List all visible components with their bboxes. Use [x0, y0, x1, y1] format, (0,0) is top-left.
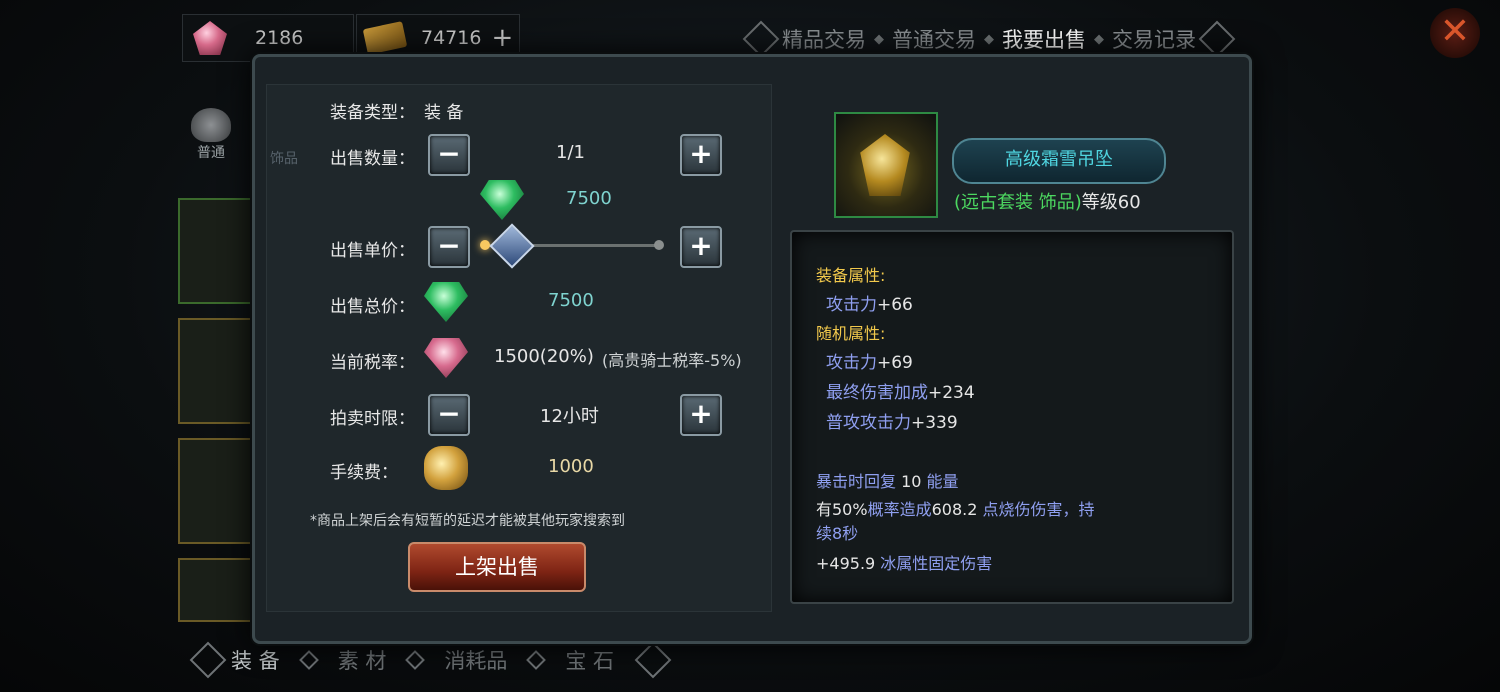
random-attr-header: 随机属性: — [816, 324, 886, 343]
tab-separator-icon: ◆ — [1094, 31, 1104, 47]
tab-premium-trade[interactable]: 精品交易 — [782, 24, 866, 54]
tab-separator-icon: ◆ — [984, 31, 994, 47]
tab-consumable[interactable]: 消耗品 — [444, 645, 507, 675]
price-minus-button[interactable]: − — [428, 226, 470, 268]
unit-price-value: 7500 — [566, 188, 612, 209]
close-button[interactable]: ✕ — [1430, 8, 1480, 58]
sidebar-cat-normal-label: 普通 — [197, 145, 225, 161]
sidebar-cat-normal[interactable]: 普通 — [186, 108, 236, 162]
item-set-info: (远古套装 饰品) — [954, 192, 1082, 213]
random-attr-2: 最终伤害加成+234 — [826, 378, 975, 403]
sidebar-item-slot[interactable] — [178, 318, 256, 424]
qty-value: 1/1 — [556, 142, 585, 163]
tab-separator-icon — [526, 650, 547, 670]
duration-plus-button[interactable]: + — [680, 394, 722, 436]
tab-history[interactable]: 交易记录 — [1112, 24, 1196, 54]
skill-2: 有50%概率造成608.2 点烧伤伤害，持续8秒 — [816, 498, 1146, 546]
attr-key: 最终伤害加成 — [826, 383, 928, 403]
ticket-count: 74716 — [421, 27, 482, 49]
duration-label: 拍卖时限： — [330, 409, 415, 429]
attr-val: +234 — [928, 383, 975, 403]
equip-attr-header: 装备属性: — [816, 266, 886, 285]
unit-price-label: 出售单价： — [330, 241, 415, 261]
bottom-left-ornament-icon — [189, 641, 227, 679]
total-label: 出售总价： — [330, 297, 415, 317]
tab-material[interactable]: 素 材 — [338, 645, 387, 675]
item-level: 等级60 — [1081, 192, 1141, 213]
skill-val: 608.2 — [931, 500, 978, 519]
skill-val: +495.9 — [816, 554, 876, 573]
tabs-right-ornament-icon — [1198, 20, 1236, 58]
qty-label: 出售数量： — [330, 149, 415, 169]
tab-separator-icon: ◆ — [874, 31, 884, 47]
attr-val: +69 — [877, 353, 913, 373]
tax-note: (高贵骑士税率-5%) — [602, 351, 742, 370]
item-pendant-icon — [834, 112, 938, 218]
price-plus-button[interactable]: + — [680, 226, 722, 268]
skill-tail: 能量 — [926, 472, 959, 491]
top-tabs: 精品交易 ◆ 普通交易 ◆ 我要出售 ◆ 交易记录 — [740, 20, 1238, 58]
bottom-right-ornament-icon — [634, 641, 672, 679]
total-value: 7500 — [548, 290, 594, 311]
tab-separator-icon — [405, 650, 426, 670]
item-name[interactable]: 高级霜雪吊坠 — [952, 138, 1166, 184]
tab-gem[interactable]: 宝 石 — [565, 645, 614, 675]
equip-attr-1: 攻击力+66 — [826, 290, 913, 315]
skill-3: +495.9 冰属性固定伤害 — [816, 550, 992, 574]
qty-minus-button[interactable]: − — [428, 134, 470, 176]
tab-separator-icon — [298, 650, 319, 670]
tab-sell[interactable]: 我要出售 — [1002, 24, 1086, 54]
tab-equipment[interactable]: 装 备 — [231, 645, 280, 675]
item-set-level: (远古套装 饰品)等级60 — [954, 188, 1141, 214]
tab-normal-trade[interactable]: 普通交易 — [892, 24, 976, 54]
skill-val: 10 — [896, 472, 927, 491]
skill-key: 点烧伤伤害，持 — [977, 500, 1095, 519]
random-attr-1: 攻击力+69 — [826, 348, 913, 373]
qty-plus-button[interactable]: + — [680, 134, 722, 176]
sidebar-item-slot[interactable] — [178, 558, 256, 622]
tax-value: 1500(20%) — [494, 346, 594, 367]
type-value: 装 备 — [424, 103, 464, 123]
duration-minus-button[interactable]: − — [428, 394, 470, 436]
sidebar-cat-accessory[interactable]: 饰品 — [270, 148, 298, 168]
fee-label: 手续费： — [330, 463, 398, 483]
sidebar-item-slot[interactable] — [178, 198, 256, 304]
delay-note: *商品上架后会有短暂的延迟才能被其他玩家搜索到 — [310, 513, 625, 529]
attr-key: 普攻攻击力 — [826, 413, 911, 433]
attr-key: 攻击力 — [826, 353, 877, 373]
skill-1: 暴击时回复 10 能量 — [816, 468, 959, 492]
gold-coins-icon — [424, 446, 468, 490]
skill-text: 有50% — [816, 500, 868, 519]
list-for-sale-button[interactable]: 上架出售 — [408, 542, 586, 592]
diamond-count: 2186 — [255, 27, 304, 49]
fee-value: 1000 — [548, 456, 594, 477]
tabs-left-ornament-icon — [742, 20, 780, 58]
skill-key: 暴击时回复 — [816, 472, 897, 491]
bag-icon — [191, 108, 231, 142]
diamond-icon — [193, 21, 227, 55]
bottom-tabs: 装 备 素 材 消耗品 宝 石 — [185, 640, 676, 680]
skill-key: 概率造成 — [867, 500, 932, 519]
skill-key: 冰属性固定伤害 — [875, 554, 993, 573]
slider-end-dot-icon — [654, 240, 664, 250]
skill-key: 续8秒 — [816, 524, 859, 543]
type-label: 装备类型： — [330, 103, 415, 123]
ticket-icon — [362, 21, 408, 55]
attr-val: +66 — [877, 295, 913, 315]
tax-label: 当前税率： — [330, 353, 415, 373]
sidebar-item-slot[interactable] — [178, 438, 256, 544]
attr-key: 攻击力 — [826, 295, 877, 315]
add-currency-button[interactable]: + — [491, 23, 513, 53]
attr-val: +339 — [911, 413, 958, 433]
random-attr-3: 普攻攻击力+339 — [826, 408, 958, 433]
duration-value: 12小时 — [540, 406, 599, 427]
